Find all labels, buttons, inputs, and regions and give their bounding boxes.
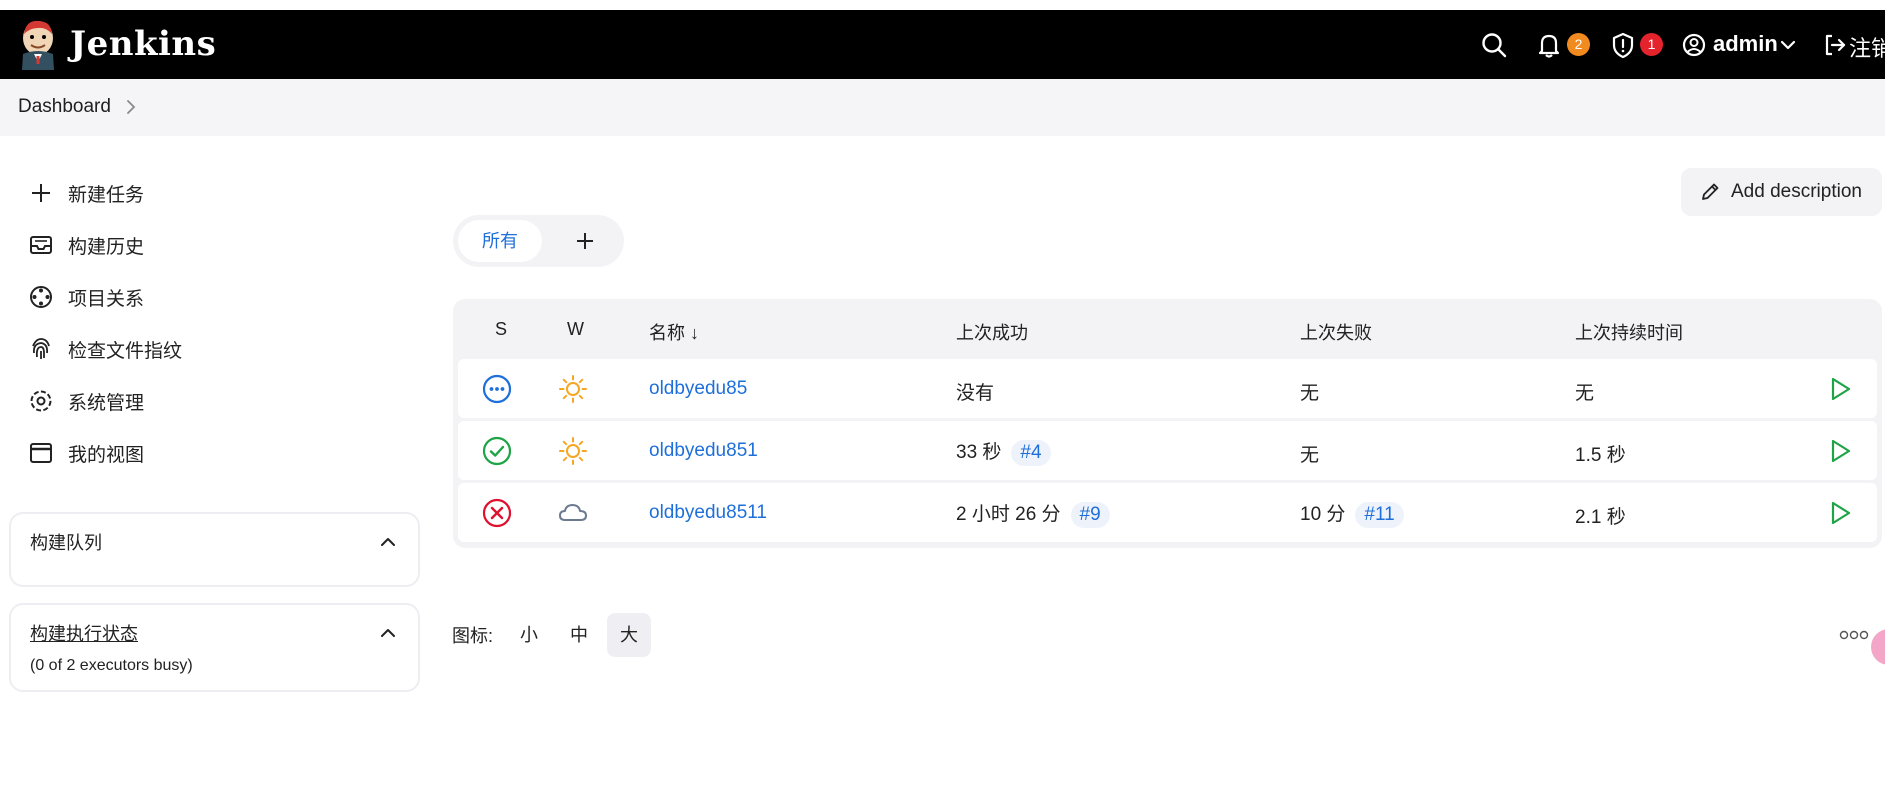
last-success-cell: 33 秒 #4 [956,437,1051,466]
chevron-up-icon[interactable] [378,532,398,552]
chevron-right-icon[interactable] [122,98,140,116]
table-row: oldbyedu85 没有 无 无 [458,359,1877,418]
play-icon[interactable] [1825,498,1855,528]
sunny-icon [559,437,587,465]
build-queue-title[interactable]: 构建队列 [30,529,102,555]
add-description-button[interactable]: Add description [1681,168,1882,216]
icon-size-label: 图标: [452,626,494,646]
icon-size-small[interactable]: 小 [507,613,551,657]
relation-icon [30,286,52,308]
header-name[interactable]: 名称 ↓ [649,319,699,345]
header-weather[interactable]: W [567,319,584,340]
chevron-up-icon[interactable] [378,623,398,643]
header-last-failure[interactable]: 上次失败 [1300,319,1372,345]
last-success-time: 33 秒 [956,442,1002,463]
gear-icon [30,390,52,412]
duration-cell: 无 [1575,383,1595,404]
executors-title[interactable]: 构建执行状态 [30,620,138,646]
header-status[interactable]: S [495,319,507,340]
icon-size-selector: 图标: 小 中 大 [452,613,657,657]
last-success-cell: 2 小时 26 分 #9 [956,499,1110,528]
tab-all[interactable]: 所有 [458,220,542,262]
table-row: oldbyedu851 33 秒 #4 无 1.5 秒 [458,421,1877,480]
plus-icon [32,184,50,202]
pencil-icon [1702,183,1719,200]
fingerprint-icon [32,338,50,359]
header: Jenkins 2 1 admin 注销 [0,10,1885,79]
sidebar-item-project-relation[interactable]: 项目关系 [28,280,144,314]
executors-status: (0 of 2 executors busy) [30,657,193,674]
in-progress-icon [482,374,512,404]
user-icon[interactable] [1679,30,1709,60]
icon-size-large[interactable]: 大 [607,613,652,657]
security-badge[interactable]: 1 [1640,33,1663,56]
play-icon[interactable] [1825,374,1855,404]
sidebar-item-label: 系统管理 [68,392,145,414]
floating-assistant-button[interactable] [1871,629,1885,665]
top-strip [0,0,1885,10]
success-icon [482,436,512,466]
icon-size-medium[interactable]: 中 [557,613,601,657]
sidebar-item-my-views[interactable]: 我的视图 [28,436,144,470]
sidebar-item-fingerprint[interactable]: 检查文件指纹 [28,332,182,366]
sidebar-item-label: 项目关系 [68,288,145,310]
add-description-label: Add description [1731,181,1862,202]
jenkins-logo-icon[interactable] [18,18,58,70]
cloud-icon [559,504,587,521]
more-options-icon[interactable] [1839,628,1869,642]
jobs-table: S W 名称 ↓ 上次成功 上次失败 上次持续时间 oldbyedu85 没有 … [453,299,1882,548]
job-name-link[interactable]: oldbyedu851 [649,440,758,462]
header-last-duration[interactable]: 上次持续时间 [1575,319,1683,345]
search-icon[interactable] [1479,30,1509,60]
logout-link[interactable]: 注销 [1849,31,1885,63]
inbox-icon [30,236,52,254]
sidebar-item-label: 新建任务 [68,184,145,206]
breadcrumb-dashboard[interactable]: Dashboard [18,96,111,118]
brand-title[interactable]: Jenkins [70,24,216,64]
sidebar-item-new-job[interactable]: 新建任务 [28,176,144,210]
last-success-time: 2 小时 26 分 [956,504,1061,525]
sidebar-item-label: 检查文件指纹 [68,340,183,362]
build-number-link[interactable]: #11 [1355,502,1404,528]
build-queue-card: 构建队列 [9,512,420,587]
executors-card: 构建执行状态 (0 of 2 executors busy) [9,603,420,692]
sidebar-item-manage[interactable]: 系统管理 [28,384,144,418]
bell-icon[interactable] [1534,30,1564,60]
duration-cell: 2.1 秒 [1575,507,1626,528]
last-failure-cell: 无 [1300,445,1320,466]
duration-cell: 1.5 秒 [1575,445,1626,466]
notifications-badge[interactable]: 2 [1567,33,1590,56]
user-name[interactable]: admin [1713,31,1778,57]
job-name-link[interactable]: oldbyedu8511 [649,502,767,524]
header-last-success[interactable]: 上次成功 [956,319,1028,345]
last-failure-time: 10 分 [1300,504,1346,525]
logout-icon[interactable] [1820,30,1850,60]
build-number-link[interactable]: #9 [1070,502,1110,528]
sidebar-item-label: 构建历史 [68,236,145,258]
breadcrumb: Dashboard [0,79,1885,136]
table-row: oldbyedu8511 2 小时 26 分 #9 10 分 #11 2.1 秒 [458,483,1877,542]
add-view-icon[interactable] [571,227,599,255]
failed-icon [482,498,512,528]
view-tabs: 所有 [453,215,624,267]
sidebar-item-label: 我的视图 [68,444,145,466]
sidebar-item-build-history[interactable]: 构建历史 [28,228,144,262]
chevron-down-icon[interactable] [1777,34,1799,56]
window-icon [30,443,52,463]
play-icon[interactable] [1825,436,1855,466]
last-failure-cell: 无 [1300,383,1320,404]
sunny-icon [559,375,587,403]
last-success-cell: 没有 [956,383,995,404]
build-number-link[interactable]: #4 [1011,440,1051,466]
job-name-link[interactable]: oldbyedu85 [649,378,747,400]
last-failure-cell: 10 分 #11 [1300,499,1404,528]
shield-icon[interactable] [1608,30,1638,60]
